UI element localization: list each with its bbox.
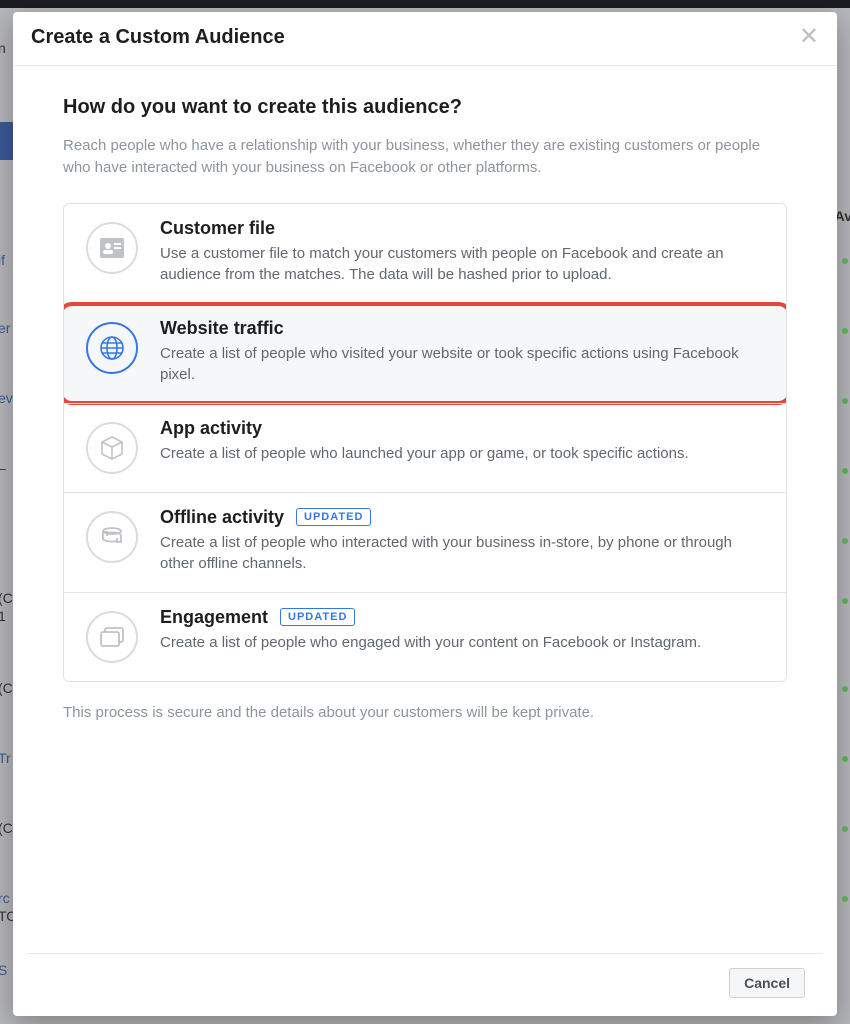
- cube-icon: [86, 422, 138, 474]
- updated-badge: UPDATED: [280, 608, 355, 626]
- option-title: Website traffic: [160, 318, 284, 339]
- bg-status-dot: [842, 538, 848, 544]
- contact-card-icon: [86, 222, 138, 274]
- updated-badge: UPDATED: [296, 508, 371, 526]
- privacy-footnote: This process is secure and the details a…: [63, 704, 787, 721]
- bg-status-dot: [842, 398, 848, 404]
- option-website-traffic[interactable]: Website traffic Create a list of people …: [64, 303, 786, 403]
- option-desc: Create a list of people who engaged with…: [160, 632, 764, 653]
- bg-frag: (C: [0, 820, 13, 836]
- bg-status-dot: [842, 258, 848, 264]
- option-desc: Create a list of people who visited your…: [160, 343, 764, 385]
- modal-subtitle: How do you want to create this audience?: [63, 96, 787, 119]
- modal-header: Create a Custom Audience ✕: [13, 12, 837, 66]
- bg-status-dot: [842, 598, 848, 604]
- cards-icon: [86, 611, 138, 663]
- bg-frag: if: [0, 252, 5, 268]
- bg-frag: 1: [0, 608, 6, 624]
- bg-status-dot: [842, 756, 848, 762]
- backdrop: n if er ev – (C 1 (C Tr (C rc TO S Av Cr…: [0, 0, 850, 1024]
- globe-icon: [86, 322, 138, 374]
- bg-frag: ev: [0, 390, 13, 406]
- modal-title: Create a Custom Audience: [31, 26, 285, 49]
- bg-status-dot: [842, 896, 848, 902]
- sync-icon: [86, 511, 138, 563]
- modal-body: How do you want to create this audience?…: [13, 66, 837, 953]
- modal-lead-text: Reach people who have a relationship wit…: [63, 135, 787, 179]
- background-topbar: [0, 0, 850, 8]
- bg-frag: er: [0, 320, 10, 336]
- bg-frag: (C: [0, 590, 13, 606]
- bg-status-dot: [842, 468, 848, 474]
- audience-options-list: Customer file Use a customer file to mat…: [63, 203, 787, 682]
- bg-frag: (C: [0, 680, 13, 696]
- option-desc: Create a list of people who launched you…: [160, 443, 764, 464]
- option-title: Offline activity: [160, 507, 284, 528]
- option-title: Engagement: [160, 607, 268, 628]
- bg-frag: rc: [0, 890, 10, 906]
- close-icon[interactable]: ✕: [799, 25, 819, 49]
- cancel-button[interactable]: Cancel: [729, 968, 805, 998]
- background-blue-button: [0, 122, 14, 160]
- bg-frag: Tr: [0, 750, 11, 766]
- bg-status-dot: [842, 826, 848, 832]
- option-desc: Use a customer file to match your custom…: [160, 243, 764, 285]
- bg-status-dot: [842, 328, 848, 334]
- option-offline-activity[interactable]: Offline activity UPDATED Create a list o…: [64, 492, 786, 592]
- option-customer-file[interactable]: Customer file Use a customer file to mat…: [64, 204, 786, 303]
- bg-frag: –: [0, 460, 6, 476]
- option-desc: Create a list of people who interacted w…: [160, 532, 764, 574]
- option-title: App activity: [160, 418, 262, 439]
- option-title: Customer file: [160, 218, 275, 239]
- bg-frag: S: [0, 962, 7, 978]
- modal-footer: Cancel: [27, 953, 823, 1016]
- option-engagement[interactable]: Engagement UPDATED Create a list of peop…: [64, 592, 786, 681]
- option-app-activity[interactable]: App activity Create a list of people who…: [64, 403, 786, 492]
- create-custom-audience-modal: Create a Custom Audience ✕ How do you wa…: [13, 12, 837, 1016]
- bg-frag: n: [0, 40, 6, 56]
- bg-status-dot: [842, 686, 848, 692]
